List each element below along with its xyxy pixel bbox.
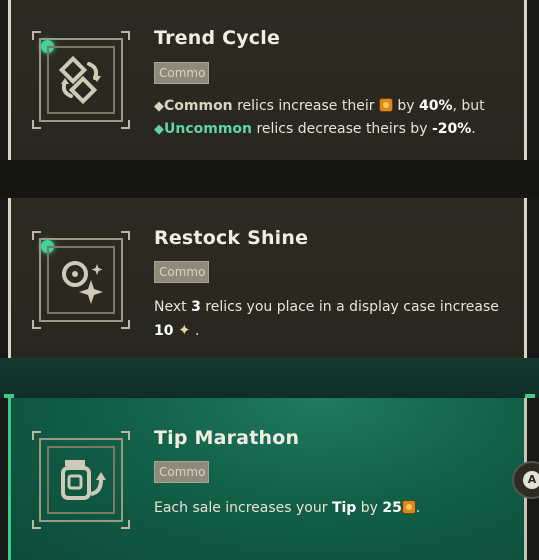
selection-edge-marker	[4, 394, 14, 398]
recycle-swap-icon	[58, 55, 101, 105]
card-title: Tip Marathon	[154, 427, 300, 449]
card-restock-shine[interactable]: Restock Shine Commo Next 3 relics you pl…	[8, 198, 527, 358]
tip-jar-arrow-icon	[61, 460, 106, 500]
card-tip-marathon[interactable]: Tip Marathon Commo Each sale increases y…	[8, 398, 527, 560]
card-trend-cycle[interactable]: Trend Cycle Commo ◆Common relics increas…	[8, 0, 527, 160]
rarity-badge: Commo	[154, 261, 209, 283]
card-description: ◆Common relics increase their by 40%, bu…	[154, 98, 485, 137]
card-description: Next 3 relics you place in a display cas…	[154, 299, 499, 339]
card-title: Trend Cycle	[154, 27, 281, 49]
coin-value-icon	[378, 98, 393, 112]
card-divider	[0, 160, 539, 198]
card-title: Restock Shine	[154, 227, 309, 249]
rarity-badge: Commo	[154, 62, 209, 84]
selection-edge-marker	[525, 394, 535, 398]
card-icon-frame	[32, 231, 130, 329]
a-button-label: A	[523, 471, 539, 489]
uncommon-gem-icon: ◆	[154, 122, 164, 137]
shine-sparkle-icon: ✦	[177, 321, 191, 339]
card-description: Each sale increases your Tip by 25.	[154, 500, 421, 516]
coin-value-icon	[401, 500, 416, 514]
rarity-badge: Commo	[154, 461, 209, 483]
common-gem-icon: ◆	[154, 99, 164, 114]
card-icon-frame	[32, 31, 130, 129]
card-icon-frame	[32, 431, 130, 529]
card-divider	[0, 358, 539, 398]
boon-selection-screen: Trend Cycle Commo ◆Common relics increas…	[0, 0, 539, 560]
coin-sparkle-icon	[62, 261, 103, 304]
